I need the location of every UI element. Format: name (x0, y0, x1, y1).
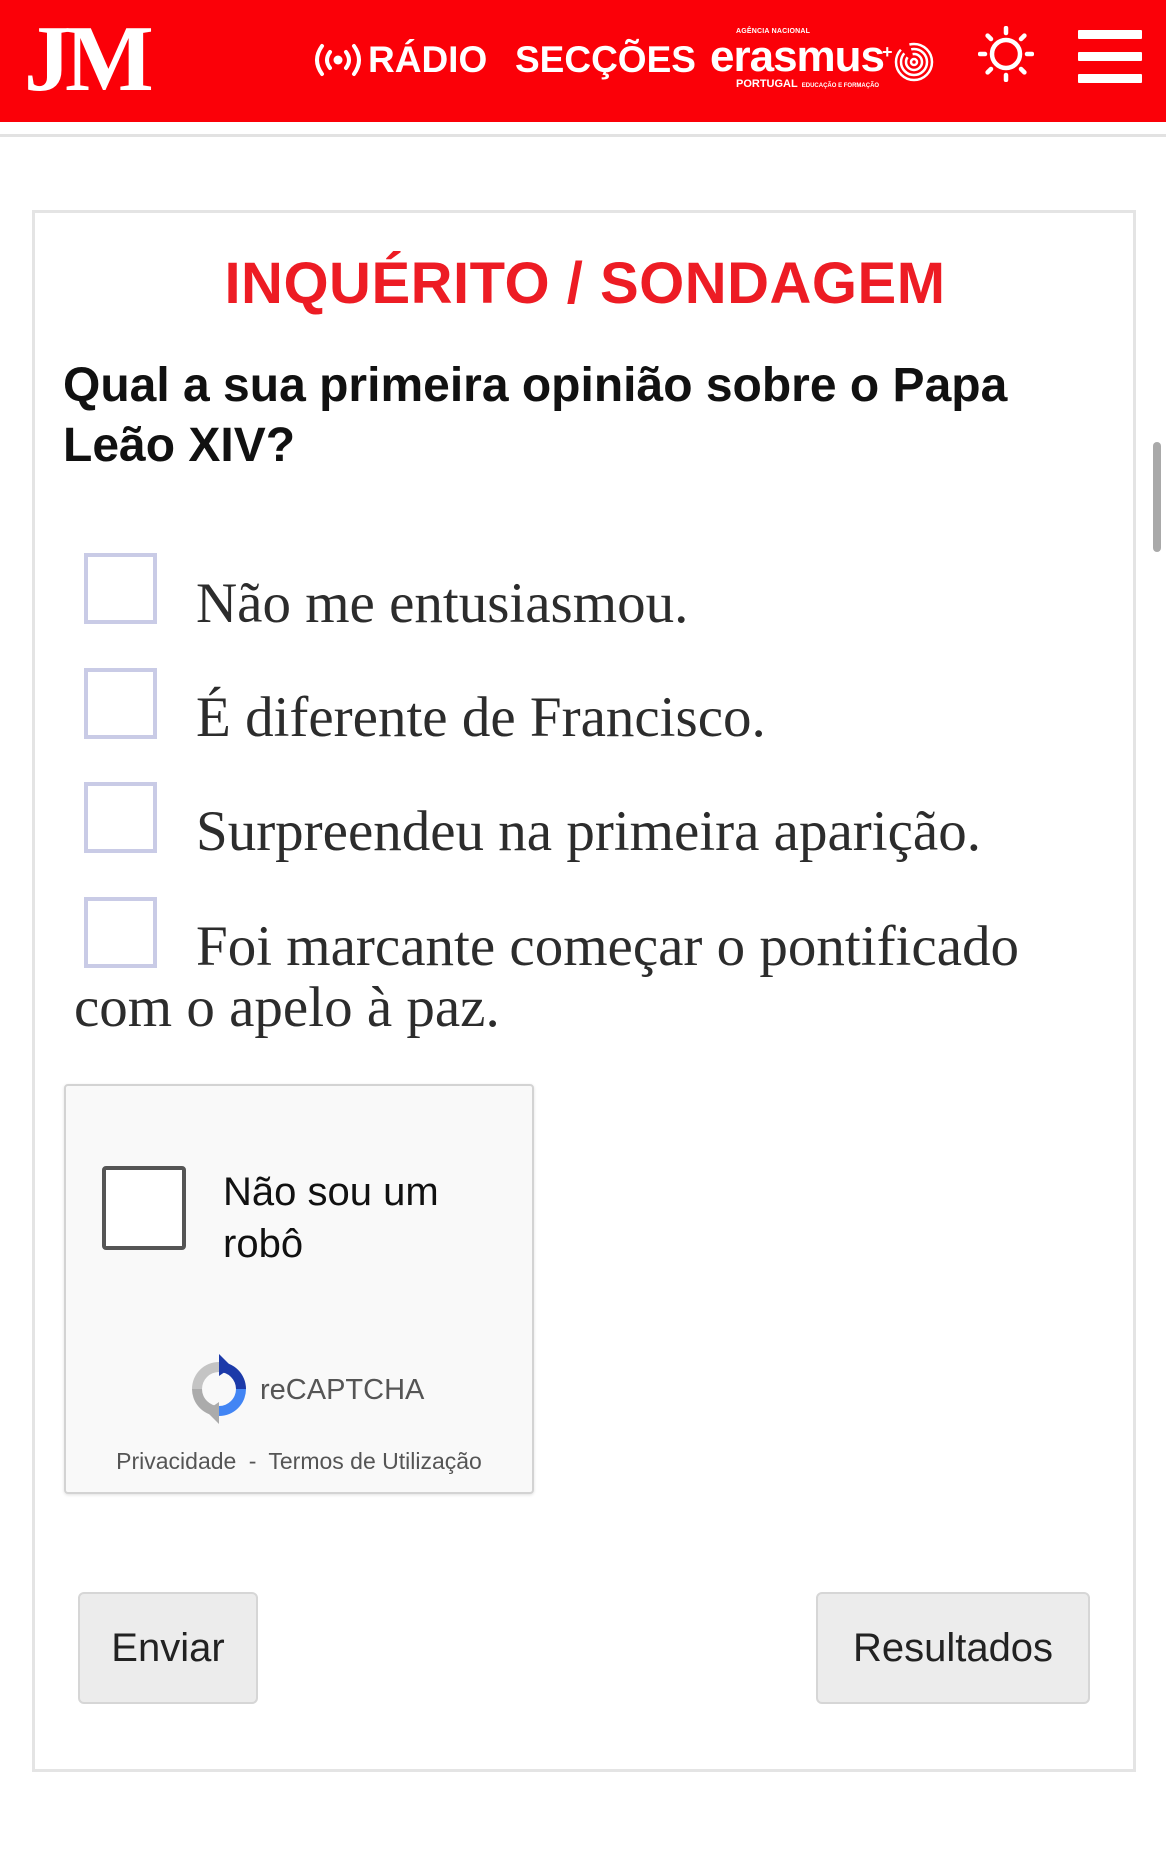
erasmus-subtitle: EDUCAÇÃO E FORMAÇÃO (801, 83, 880, 89)
recaptcha-widget: Não sou um robô reCAPTCHA Privacidade - … (64, 1084, 534, 1494)
nav-radio-link[interactable]: RÁDIO (310, 38, 487, 82)
site-logo[interactable]: JM (24, 12, 154, 106)
scrollbar-thumb[interactable] (1153, 442, 1161, 552)
recaptcha-label: Não sou um robô (223, 1166, 439, 1270)
survey-question: Qual a sua primeira opinião sobre o Papa… (63, 359, 1008, 472)
option-checkbox-4[interactable] (84, 897, 157, 968)
hamburger-menu-icon[interactable] (1078, 30, 1142, 86)
survey-title: INQUÉRITO / SONDAGEM (224, 251, 946, 316)
sun-icon[interactable] (978, 26, 1034, 82)
radio-broadcast-icon (315, 44, 361, 76)
erasmus-partner-logo[interactable]: AGÊNCIA NACIONAL erasmus + PORTUGAL EDUCA… (710, 28, 940, 94)
erasmus-plus: + (882, 42, 893, 62)
recaptcha-logo-icon (192, 1354, 246, 1424)
nav-sections-link[interactable]: SECÇÕES (515, 38, 696, 82)
header-divider (0, 134, 1166, 137)
terms-link[interactable]: Termos de Utilização (268, 1448, 481, 1474)
erasmus-wordmark: erasmus (710, 32, 885, 81)
recaptcha-label-line1: Não sou um (223, 1170, 439, 1214)
recaptcha-brand: reCAPTCHA (260, 1374, 425, 1406)
option-label-4-cont[interactable]: com o apelo à paz. (74, 976, 500, 1039)
option-checkbox-2[interactable] (84, 668, 157, 739)
option-label-1[interactable]: Não me entusiasmou. (196, 572, 688, 635)
option-checkbox-1[interactable] (84, 553, 157, 624)
privacy-link[interactable]: Privacidade (116, 1448, 236, 1474)
option-checkbox-3[interactable] (84, 782, 157, 853)
option-label-2[interactable]: É diferente de Francisco. (196, 686, 766, 749)
fingerprint-icon (894, 42, 934, 82)
option-label-3[interactable]: Surpreendeu na primeira aparição. (196, 800, 981, 863)
submit-button[interactable]: Enviar (78, 1592, 258, 1704)
recaptcha-checkbox[interactable] (102, 1166, 186, 1250)
recaptcha-links: Privacidade - Termos de Utilização (66, 1448, 532, 1475)
erasmus-country-line: PORTUGAL EDUCAÇÃO E FORMAÇÃO (736, 78, 879, 90)
erasmus-country: PORTUGAL (736, 78, 798, 90)
results-button[interactable]: Resultados (816, 1592, 1090, 1704)
site-header: JM RÁDIO SECÇÕES AGÊNCIA NACIONAL erasmu… (0, 0, 1166, 122)
links-separator: - (248, 1448, 257, 1474)
nav-radio-label: RÁDIO (368, 39, 488, 80)
option-label-4[interactable]: Foi marcante começar o pontificado (196, 915, 1019, 978)
recaptcha-label-line2: robô (223, 1222, 304, 1266)
